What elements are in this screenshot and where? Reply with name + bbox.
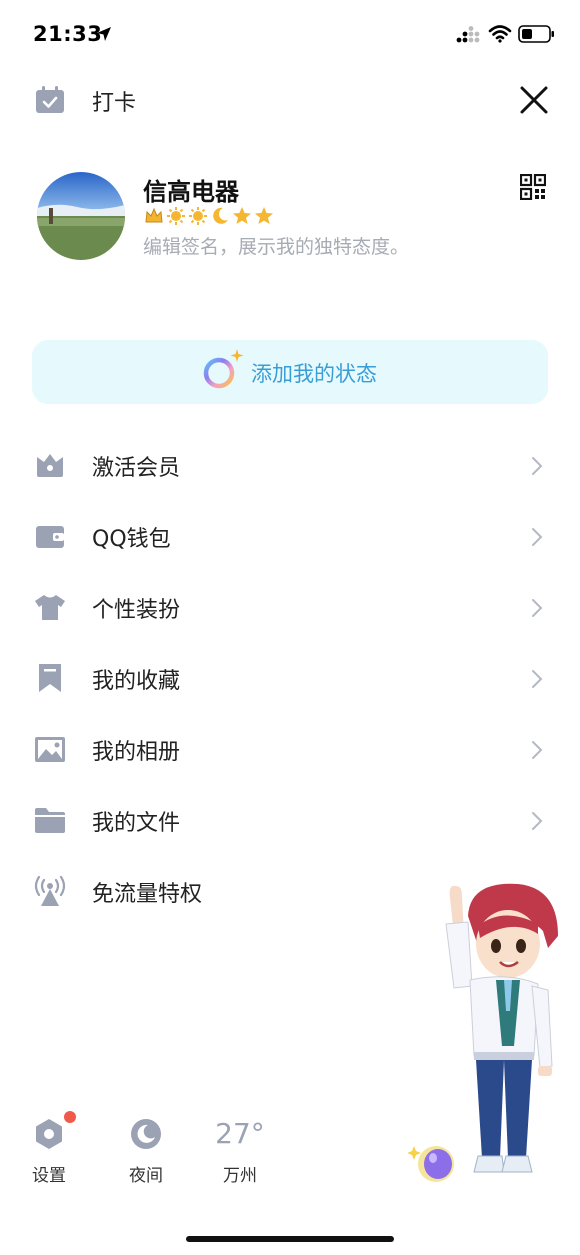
star-icon [233, 207, 251, 224]
calendar-check-icon[interactable] [35, 86, 65, 114]
weather-city: 万州 [223, 1166, 257, 1186]
menu-label: QQ钱包 [92, 527, 171, 552]
vip-crown-icon [37, 454, 63, 477]
menu-label: 个性装扮 [92, 598, 181, 623]
moon-icon [213, 207, 228, 224]
level-badges[interactable] [144, 205, 274, 227]
qr-code-icon[interactable] [520, 174, 546, 200]
notification-dot [64, 1111, 76, 1123]
sun-icon [189, 207, 207, 225]
checkin-label[interactable]: 打卡 [92, 85, 136, 117]
menu-item-files[interactable]: 我的文件 [0, 786, 580, 857]
menu-label: 激活会员 [92, 456, 181, 481]
status-ring-icon [203, 349, 244, 389]
star-icon [255, 207, 273, 224]
folder-icon [35, 808, 65, 833]
avatar[interactable] [37, 172, 125, 260]
chevron-right-icon [532, 670, 543, 688]
menu-item-wallet[interactable]: QQ钱包 [0, 502, 580, 573]
menu-item-favorites[interactable]: 我的收藏 [0, 644, 580, 715]
cellular-signal-icon [456, 26, 480, 43]
chevron-right-icon [532, 528, 543, 546]
add-status-label[interactable]: 添加我的状态 [251, 358, 377, 388]
avatar-character-illustration[interactable] [408, 876, 568, 1186]
night-mode-button[interactable]: 夜间 [111, 1113, 181, 1193]
chevron-right-icon [532, 812, 543, 830]
weather-widget[interactable]: 27° 万州 [205, 1113, 275, 1193]
signature-text[interactable]: 编辑签名，展示我的独特态度。 [143, 232, 409, 259]
menu-item-vip[interactable]: 激活会员 [0, 431, 580, 502]
photo-icon [35, 737, 65, 762]
crown-icon [145, 207, 163, 223]
tshirt-icon [35, 595, 65, 620]
menu-label: 免流量特权 [92, 882, 203, 907]
moon-icon [131, 1119, 161, 1149]
location-arrow-icon [97, 27, 111, 41]
night-label: 夜间 [129, 1166, 163, 1186]
menu-label: 我的收藏 [92, 669, 181, 694]
bookmark-icon [39, 664, 61, 692]
settings-button[interactable]: 设置 [14, 1111, 84, 1193]
settings-gear-icon [36, 1119, 62, 1149]
menu-label: 我的相册 [92, 740, 181, 765]
chevron-right-icon [532, 457, 543, 475]
menu-label: 我的文件 [92, 811, 181, 836]
wifi-icon [488, 25, 512, 43]
status-time: 21:33 [33, 22, 103, 46]
broadcast-tower-icon [34, 875, 66, 906]
menu-item-personalize[interactable]: 个性装扮 [0, 573, 580, 644]
wallet-icon [36, 526, 64, 548]
settings-label: 设置 [32, 1166, 66, 1186]
profile-name[interactable]: 信高电器 [143, 172, 239, 207]
close-icon[interactable] [516, 82, 552, 118]
home-indicator[interactable] [186, 1236, 394, 1242]
sun-icon [167, 207, 185, 225]
weather-temperature: 27° [215, 1117, 265, 1150]
chevron-right-icon [532, 599, 543, 617]
chevron-right-icon [532, 741, 543, 759]
menu-item-album[interactable]: 我的相册 [0, 715, 580, 786]
battery-icon [518, 25, 554, 43]
